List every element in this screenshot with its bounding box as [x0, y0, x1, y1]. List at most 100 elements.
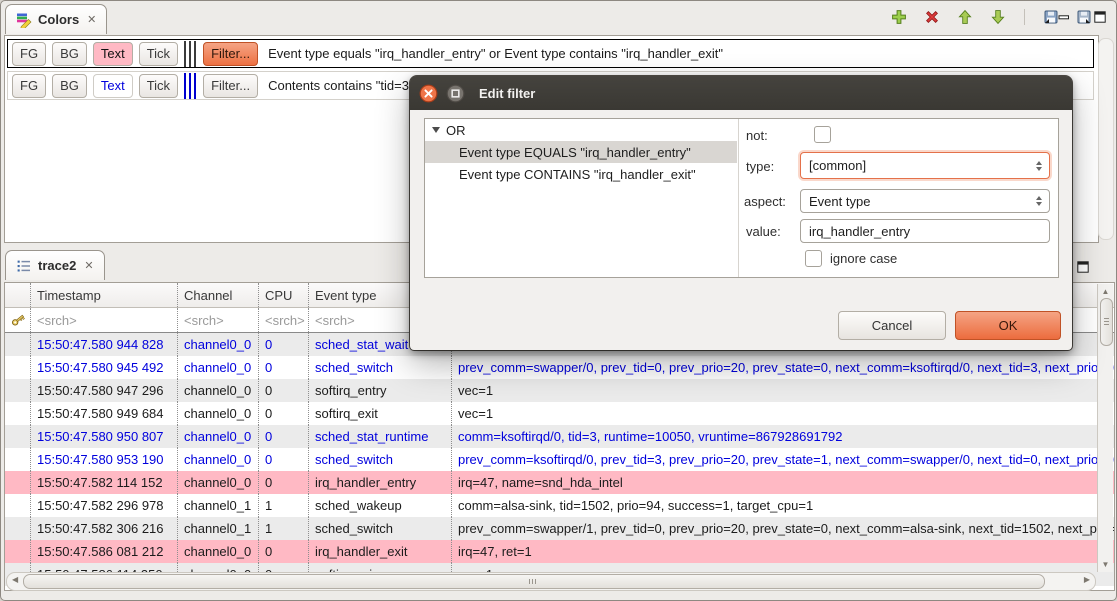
text-preview-button[interactable]: Text: [93, 42, 133, 66]
event-row[interactable]: 15:50:47.582 306 216channel0_11sched_swi…: [5, 517, 1114, 540]
move-up-button[interactable]: [954, 6, 976, 28]
value-label: value:: [746, 224, 781, 239]
value-input[interactable]: irq_handler_entry: [800, 219, 1050, 243]
event-cell: channel0_0: [178, 333, 259, 356]
close-circle-icon: [419, 84, 438, 103]
close-icon[interactable]: ✕: [87, 13, 96, 26]
minimize-view-button[interactable]: [1053, 6, 1075, 28]
header-cell-timestamp[interactable]: Timestamp: [31, 283, 178, 307]
tab-trace2-label: trace2: [38, 258, 76, 273]
type-label: type:: [746, 159, 774, 174]
search-input-cpu[interactable]: <srch>: [259, 308, 309, 332]
color-setting-row[interactable]: FG BG Text Tick Filter... Event type equ…: [7, 39, 1094, 68]
minimize-icon: [1056, 9, 1072, 25]
header-cell-marker[interactable]: [5, 283, 31, 307]
bg-button[interactable]: BG: [52, 74, 87, 98]
ignore-case-label: ignore case: [830, 251, 897, 266]
fg-button[interactable]: FG: [12, 74, 46, 98]
event-cell: channel0_1: [178, 517, 259, 540]
spinner-arrows-icon[interactable]: [1036, 196, 1042, 206]
dialog-close-button[interactable]: [419, 84, 438, 103]
tab-colors[interactable]: Colors ✕: [5, 4, 107, 34]
event-row[interactable]: 15:50:47.580 949 684channel0_00softirq_e…: [5, 402, 1114, 425]
event-cell: irq=47, name=snd_hda_intel: [452, 471, 1114, 494]
event-cell: channel0_0: [178, 402, 259, 425]
scroll-up-icon[interactable]: ▲: [1098, 287, 1113, 296]
spinner-arrows-icon[interactable]: [1036, 161, 1042, 171]
edit-filter-dialog: Edit filter OR Event type EQUALS "irq_ha…: [410, 76, 1072, 350]
text-preview-button[interactable]: Text: [93, 74, 133, 98]
type-combo[interactable]: [common]: [800, 152, 1050, 179]
event-row[interactable]: 15:50:47.582 296 978channel0_11sched_wak…: [5, 494, 1114, 517]
scroll-right-icon[interactable]: ▶: [1084, 575, 1090, 584]
aspect-combo-value: Event type: [809, 194, 870, 209]
maximize-circle-icon: [446, 84, 465, 103]
event-row[interactable]: 15:50:47.580 950 807channel0_00sched_sta…: [5, 425, 1114, 448]
dialog-titlebar[interactable]: Edit filter: [410, 76, 1072, 110]
event-row[interactable]: 15:50:47.586 081 212channel0_00irq_handl…: [5, 540, 1114, 563]
ignore-case-row[interactable]: ignore case: [805, 250, 897, 267]
event-cell: channel0_0: [178, 379, 259, 402]
horizontal-scrollbar-thumb[interactable]: [23, 574, 1045, 589]
event-row[interactable]: 15:50:47.582 114 152channel0_00irq_handl…: [5, 471, 1114, 494]
filter-tree-item[interactable]: Event type EQUALS "irq_handler_entry": [425, 141, 737, 163]
vertical-scrollbar[interactable]: ▲ ▼: [1097, 284, 1113, 572]
filter-button[interactable]: Filter...: [203, 42, 258, 66]
event-cell: [5, 402, 31, 425]
event-cell: [5, 425, 31, 448]
dialog-maximize-button[interactable]: [446, 84, 465, 103]
event-cell: 0: [259, 379, 309, 402]
aspect-combo[interactable]: Event type: [800, 189, 1050, 213]
event-cell: 15:50:47.580 949 684: [31, 402, 178, 425]
event-cell: softirq_exit: [309, 402, 452, 425]
event-cell: softirq_entry: [309, 379, 452, 402]
not-checkbox[interactable]: [814, 126, 831, 143]
filter-tree: OR Event type EQUALS "irq_handler_entry"…: [425, 119, 737, 185]
ignore-case-checkbox[interactable]: [805, 250, 822, 267]
event-cell: 1: [259, 517, 309, 540]
event-cell: irq_handler_entry: [309, 471, 452, 494]
add-color-button[interactable]: [888, 6, 910, 28]
bg-button[interactable]: BG: [52, 42, 87, 66]
colors-scrollbar[interactable]: [1098, 38, 1114, 240]
event-row[interactable]: 15:50:47.580 947 296channel0_00softirq_e…: [5, 379, 1114, 402]
maximize-view-button[interactable]: [1089, 6, 1111, 28]
cancel-button[interactable]: Cancel: [838, 311, 946, 340]
horizontal-scrollbar[interactable]: ◀ ▶: [6, 572, 1096, 591]
move-down-button[interactable]: [987, 6, 1009, 28]
close-icon[interactable]: ✕: [84, 259, 93, 272]
filter-rule-text: Event type equals "irq_handler_entry" or…: [268, 46, 723, 61]
tick-button[interactable]: Tick: [139, 74, 178, 98]
search-input-timestamp[interactable]: <srch>: [31, 308, 178, 332]
search-key-cell: [5, 308, 31, 332]
delete-color-button[interactable]: [921, 6, 943, 28]
ok-button[interactable]: OK: [955, 311, 1061, 340]
event-cell: 15:50:47.580 944 828: [31, 333, 178, 356]
event-row[interactable]: 15:50:47.580 953 190channel0_00sched_swi…: [5, 448, 1114, 471]
event-cell: 15:50:47.580 950 807: [31, 425, 178, 448]
maximize-events-button[interactable]: [1072, 256, 1094, 278]
tab-trace2[interactable]: trace2 ✕: [5, 250, 105, 280]
expander-icon[interactable]: [432, 127, 440, 133]
event-cell: 0: [259, 471, 309, 494]
filter-button[interactable]: Filter...: [203, 74, 258, 98]
header-cell-channel[interactable]: Channel: [178, 283, 259, 307]
filter-tree-root[interactable]: OR: [425, 119, 737, 141]
scroll-down-icon[interactable]: ▼: [1098, 560, 1113, 569]
event-cell: prev_comm=swapper/1, prev_tid=0, prev_pr…: [452, 517, 1114, 540]
not-label: not:: [746, 128, 768, 143]
header-cell-cpu[interactable]: CPU: [259, 283, 309, 307]
search-key-icon: [10, 312, 26, 328]
event-cell: irq_handler_exit: [309, 540, 452, 563]
event-row[interactable]: 15:50:47.580 945 492channel0_00sched_swi…: [5, 356, 1114, 379]
event-cell: [5, 471, 31, 494]
event-cell: vec=1: [452, 402, 1114, 425]
fg-button[interactable]: FG: [12, 42, 46, 66]
search-input-channel[interactable]: <srch>: [178, 308, 259, 332]
event-cell: channel0_0: [178, 448, 259, 471]
scroll-left-icon[interactable]: ◀: [12, 575, 18, 584]
filter-tree-item[interactable]: Event type CONTAINS "irq_handler_exit": [425, 163, 737, 185]
event-cell: channel0_0: [178, 425, 259, 448]
tick-button[interactable]: Tick: [139, 42, 178, 66]
vertical-scrollbar-thumb[interactable]: [1100, 298, 1113, 346]
